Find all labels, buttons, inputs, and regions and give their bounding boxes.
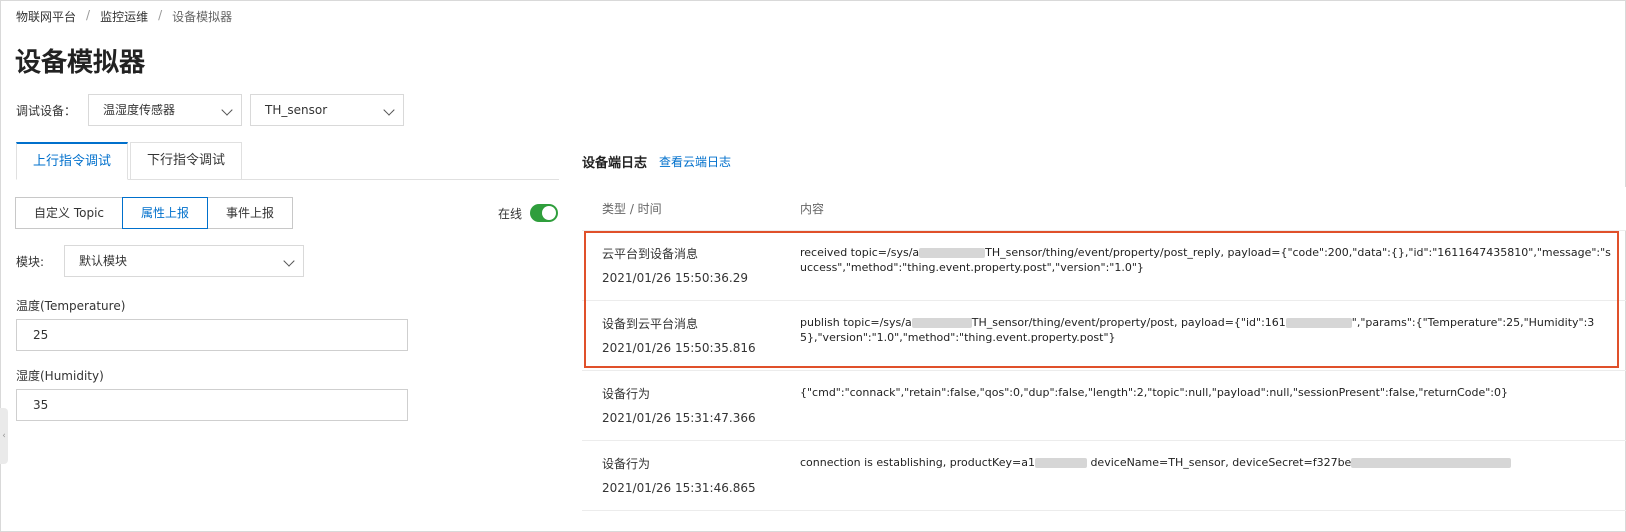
module-select-value: 默认模块: [79, 254, 128, 268]
log-row: 设备行为 2021/01/26 15:31:47.366 {"cmd":"con…: [582, 371, 1626, 441]
breadcrumb-separator: /: [158, 8, 163, 22]
log-time: 2021/01/26 15:31:47.366: [602, 411, 756, 425]
page-title: 设备模拟器: [15, 48, 146, 78]
collapse-handle-icon[interactable]: ‹: [0, 408, 8, 464]
device-selector-row: 调试设备： 温湿度传感器 TH_sensor: [16, 94, 405, 126]
device-label: 调试设备：: [16, 103, 77, 118]
tab-downlink[interactable]: 下行指令调试: [130, 142, 243, 180]
device-select[interactable]: TH_sensor: [250, 94, 405, 126]
log-type: 设备行为: [602, 457, 651, 471]
online-toggle[interactable]: [530, 204, 559, 222]
device-select-value: TH_sensor: [265, 103, 328, 117]
device-log-table: 类型 / 时间 内容 云平台到设备消息 2021/01/26 15:50:36.…: [582, 187, 1626, 511]
log-title: 设备端日志: [582, 156, 648, 171]
humidity-label: 湿度(Humidity): [16, 369, 104, 383]
chevron-down-icon: [383, 104, 395, 116]
col-type-time: 类型 / 时间: [602, 202, 662, 216]
chevron-down-icon: [221, 104, 233, 116]
command-tabs: 上行指令调试 下行指令调试: [16, 142, 559, 180]
redacted-block: [1285, 318, 1352, 328]
log-content: publish topic=/sys/a TH_sensor/thing/even…: [800, 316, 1595, 344]
event-report-button[interactable]: 事件上报: [207, 197, 294, 229]
breadcrumb-monitoring[interactable]: 监控运维: [100, 8, 148, 25]
log-content: received topic=/sys/a TH_sensor/thing/eve…: [800, 246, 1611, 274]
log-table-header: 类型 / 时间 内容: [582, 187, 1626, 231]
redacted-block: [1034, 458, 1087, 468]
log-time: 2021/01/26 15:50:35.816: [602, 341, 756, 355]
product-select-value: 温湿度传感器: [103, 103, 176, 117]
online-label: 在线: [498, 206, 523, 221]
breadcrumb-iot-platform[interactable]: 物联网平台: [16, 8, 76, 25]
log-content: {"cmd":"connack","retain":false,"qos":0,…: [800, 386, 1508, 399]
redacted-block: [911, 318, 972, 328]
log-type: 云平台到设备消息: [602, 247, 699, 261]
breadcrumb-current: 设备模拟器: [172, 10, 233, 24]
log-time: 2021/01/26 15:50:36.29: [602, 271, 748, 285]
redacted-block: [919, 248, 986, 258]
online-status: 在线: [498, 204, 559, 222]
log-type: 设备到云平台消息: [602, 317, 699, 331]
col-content: 内容: [800, 202, 825, 216]
log-row: 设备到云平台消息 2021/01/26 15:50:35.816 publish…: [582, 301, 1626, 371]
log-time: 2021/01/26 15:31:46.865: [602, 481, 756, 495]
tab-uplink[interactable]: 上行指令调试: [16, 142, 129, 180]
property-report-button[interactable]: 属性上报: [122, 197, 209, 229]
redacted-block: [1351, 458, 1512, 468]
temperature-input[interactable]: 25: [16, 319, 408, 351]
view-cloud-log-link[interactable]: 查看云端日志: [659, 153, 731, 170]
breadcrumb-separator: /: [86, 8, 91, 22]
module-select[interactable]: 默认模块: [64, 245, 305, 277]
log-header: 设备端日志 查看云端日志: [582, 152, 731, 171]
log-row: 设备行为 2021/01/26 15:31:46.865 connection …: [582, 441, 1626, 511]
chevron-down-icon: [283, 255, 295, 267]
product-select[interactable]: 温湿度传感器: [88, 94, 243, 126]
log-type: 设备行为: [602, 387, 651, 401]
breadcrumb: 物联网平台 / 监控运维 / 设备模拟器: [16, 8, 232, 25]
temperature-label: 温度(Temperature): [16, 299, 126, 313]
log-content: connection is establishing, productKey=a…: [800, 455, 1626, 510]
humidity-input[interactable]: 35: [16, 389, 408, 421]
report-type-segment: 自定义 Topic 属性上报 事件上报: [15, 197, 294, 229]
log-row: 云平台到设备消息 2021/01/26 15:50:36.29 received…: [582, 231, 1626, 301]
custom-topic-button[interactable]: 自定义 Topic: [15, 197, 123, 229]
module-row: 模块: 默认模块: [16, 245, 305, 277]
module-label: 模块:: [16, 254, 45, 269]
